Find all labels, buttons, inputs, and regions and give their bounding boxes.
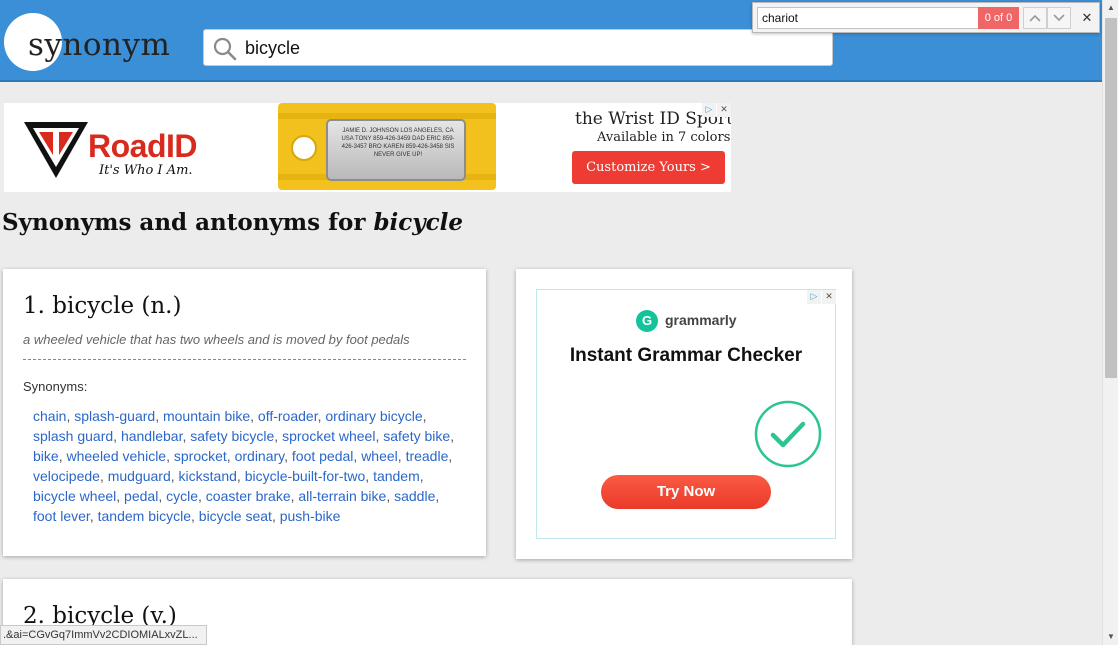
wristband-plate: JAMIE D. JOHNSON LOS ANGELES, CA USA TON… — [326, 119, 466, 181]
synonym-link[interactable]: wheel — [361, 448, 398, 464]
synonym-link[interactable]: sprocket — [174, 448, 227, 464]
customize-button[interactable]: Customize Yours > — [572, 151, 725, 184]
synonym-link[interactable]: handlebar — [121, 428, 183, 444]
synonym-link[interactable]: mudguard — [108, 468, 171, 484]
synonym-link[interactable]: sprocket wheel — [282, 428, 375, 444]
synonym-link[interactable]: foot pedal — [292, 448, 354, 464]
synonym-link[interactable]: pedal — [124, 488, 158, 504]
synonym-link[interactable]: tandem bicycle — [98, 508, 191, 524]
wristband-badge — [291, 135, 317, 161]
adchoices-icon[interactable]: ▷ — [807, 290, 821, 304]
synonym-link[interactable]: chain — [33, 408, 66, 424]
scroll-up-icon[interactable]: ▲ — [1103, 0, 1118, 16]
roadid-brand-id: ID — [166, 128, 198, 164]
synonym-link[interactable]: splash guard — [33, 428, 113, 444]
banner-ad-subline: Available in 7 colors — [597, 130, 731, 145]
result-title: 1. bicycle (n.) — [23, 293, 182, 319]
synonym-link[interactable]: mountain bike — [163, 408, 250, 424]
find-match-count: 0 of 0 — [978, 7, 1019, 29]
ad-close-icon[interactable]: ✕ — [717, 103, 731, 117]
page-title: Synonyms and antonyms for bicycle — [2, 209, 463, 236]
search-input[interactable]: bicycle — [203, 29, 833, 66]
synonym-list: chain, splash-guard, mountain bike, off-… — [33, 408, 455, 524]
page-scrollbar[interactable]: ▲ ▼ — [1102, 0, 1118, 645]
synonym-link[interactable]: treadle — [406, 448, 449, 464]
synonym-link[interactable]: kickstand — [179, 468, 237, 484]
find-next-button[interactable] — [1047, 7, 1071, 29]
find-prev-button[interactable] — [1023, 7, 1047, 29]
synonym-link[interactable]: safety bike — [383, 428, 450, 444]
synonym-link[interactable]: coaster brake — [206, 488, 291, 504]
scroll-down-icon[interactable]: ▼ — [1103, 629, 1118, 645]
site-logo[interactable]: synonym — [28, 27, 170, 63]
roadid-sign-icon — [24, 122, 88, 178]
search-icon[interactable] — [212, 36, 238, 62]
divider — [23, 359, 466, 360]
synonym-link[interactable]: bike — [33, 448, 59, 464]
status-bar-url: .&ai=CGvGq7ImmVv2CDIOMIALxvZL... — [0, 625, 207, 645]
chevron-down-icon — [1053, 14, 1065, 22]
roadid-tagline: It's Who I Am. — [99, 163, 193, 178]
grammarly-ad-frame[interactable]: G grammarly Instant Grammar Checker Try … — [536, 289, 836, 539]
synonym-link[interactable]: foot lever — [33, 508, 90, 524]
roadid-brand-road: Road — [88, 128, 167, 164]
synonym-link[interactable]: splash-guard — [74, 408, 155, 424]
synonym-link[interactable]: ordinary bicycle — [325, 408, 422, 424]
close-icon: ✕ — [1081, 10, 1093, 25]
adchoices-icon[interactable]: ▷ — [702, 103, 716, 117]
synonym-link[interactable]: bicycle wheel — [33, 488, 116, 504]
result-card-noun: 1. bicycle (n.) a wheeled vehicle that h… — [3, 269, 486, 556]
page-title-prefix: Synonyms and antonyms for — [2, 209, 374, 236]
page-title-word: bicycle — [373, 209, 464, 236]
try-now-button[interactable]: Try Now — [601, 475, 771, 509]
ad-close-icon[interactable]: ✕ — [822, 290, 836, 304]
synonym-link[interactable]: wheeled vehicle — [66, 448, 166, 464]
find-input[interactable]: chariot — [757, 7, 979, 29]
synonym-link[interactable]: all-terrain bike — [298, 488, 386, 504]
synonyms-label: Synonyms: — [23, 379, 88, 394]
synonym-link[interactable]: safety bicycle — [190, 428, 274, 444]
synonym-link[interactable]: off-roader — [258, 408, 318, 424]
wristband-plate-text: JAMIE D. JOHNSON LOS ANGELES, CA USA TON… — [341, 128, 455, 158]
grammarly-logo-icon: G — [636, 310, 658, 332]
scroll-thumb[interactable] — [1105, 18, 1117, 378]
grammarly-ad[interactable]: G grammarly Instant Grammar Checker Try … — [516, 269, 852, 559]
roadid-banner-ad[interactable]: RoadID It's Who I Am. JAMIE D. JOHNSON L… — [4, 103, 731, 192]
synonym-link[interactable]: push-bike — [280, 508, 341, 524]
synonym-link[interactable]: bicycle-built-for-two — [245, 468, 366, 484]
synonym-link[interactable]: ordinary — [235, 448, 285, 464]
find-close-button[interactable]: ✕ — [1077, 7, 1097, 29]
synonym-link[interactable]: velocipede — [33, 468, 100, 484]
synonym-link[interactable]: saddle — [394, 488, 435, 504]
search-value[interactable]: bicycle — [245, 38, 300, 59]
chevron-up-icon — [1029, 14, 1041, 22]
synonym-link[interactable]: cycle — [166, 488, 198, 504]
synonym-link[interactable]: bicycle seat — [199, 508, 272, 524]
checkmark-icon — [754, 400, 822, 468]
find-bar: chariot 0 of 0 ✕ — [752, 2, 1100, 33]
roadid-brand: RoadID — [88, 128, 198, 165]
synonym-link[interactable]: tandem — [373, 468, 420, 484]
grammarly-headline: Instant Grammar Checker — [569, 345, 803, 366]
grammarly-brand: grammarly — [665, 312, 737, 328]
result-definition: a wheeled vehicle that has two wheels an… — [23, 332, 410, 347]
